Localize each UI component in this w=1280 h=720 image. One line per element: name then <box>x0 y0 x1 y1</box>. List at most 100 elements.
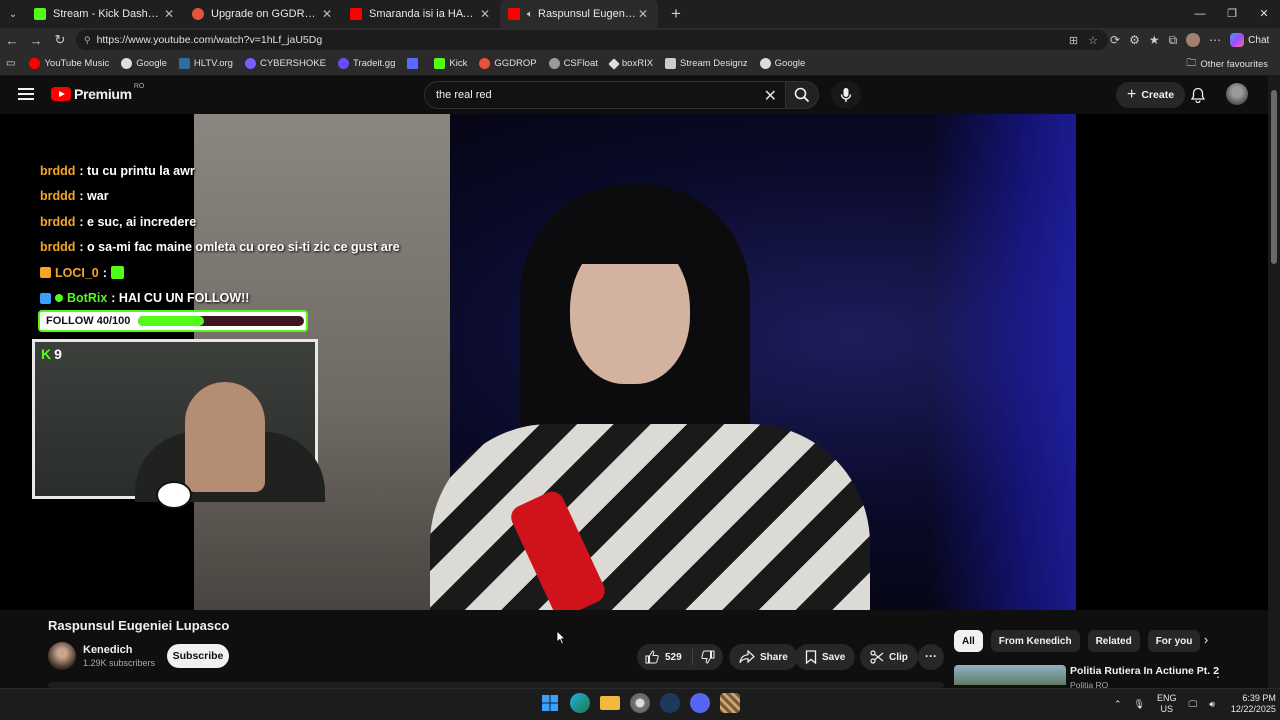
chevron-right-icon[interactable]: › <box>1196 632 1216 652</box>
google-icon <box>759 58 771 69</box>
network-icon[interactable]: 🖵︎ <box>1189 699 1198 710</box>
other-favourites[interactable]: 🗀︎ Other favourites <box>1186 52 1268 76</box>
bookmark-ggdrop[interactable]: GGDROP <box>479 58 537 69</box>
show-hidden-icons-icon[interactable]: ⌃ <box>1114 699 1122 710</box>
input-language[interactable]: ENG US <box>1157 693 1177 715</box>
chip-all[interactable]: All <box>954 630 983 652</box>
clip-button[interactable]: Clip <box>860 644 918 670</box>
bookmark-stream-designz[interactable]: Stream Designz <box>665 58 748 69</box>
bookmarks-bar: ▭ YouTube Music Google HLTV.org CYBERSHO… <box>0 52 1280 76</box>
bookmark-boxrix[interactable]: boxRIX <box>608 57 653 70</box>
tab-youtube-smaranda[interactable]: Smaranda isi ia HATE - YouTube ✕ <box>342 0 500 28</box>
scissors-icon <box>870 650 884 664</box>
kick-viewer-count: K9 <box>41 346 62 362</box>
back-icon[interactable]: ← <box>0 33 24 48</box>
app-icon[interactable] <box>720 693 740 713</box>
chat-message: LOCI_0 : <box>40 260 440 286</box>
create-button[interactable]: + Create <box>1116 82 1186 108</box>
more-actions-icon[interactable]: ··· <box>918 644 944 670</box>
chrome-icon[interactable] <box>630 693 650 713</box>
close-icon[interactable]: ✕ <box>320 7 334 21</box>
bookmark-label: Tradeit.gg <box>352 58 396 69</box>
notifications-button[interactable] <box>1187 84 1209 106</box>
audio-playing-icon[interactable]: 🔈︎ <box>527 9 533 20</box>
bookmark-google-2[interactable]: Google <box>759 58 805 69</box>
minimize-icon[interactable]: — <box>1184 0 1216 28</box>
restore-icon[interactable]: ❐ <box>1216 0 1248 28</box>
youtube-premium-logo[interactable]: Premium RO <box>51 83 144 102</box>
cam-person-shape <box>185 382 265 492</box>
bookmark-hltv[interactable]: HLTV.org <box>178 58 233 69</box>
clear-search-icon[interactable]: ✕ <box>764 86 777 106</box>
search-button[interactable] <box>785 81 819 109</box>
forward-icon[interactable]: → <box>24 33 48 48</box>
scrollbar-thumb[interactable] <box>1271 90 1277 264</box>
extensions-refresh-icon[interactable]: ⟳ <box>1110 33 1120 47</box>
chip-for-you[interactable]: For you <box>1147 630 1201 652</box>
recommendation-menu-icon[interactable]: ⋮ <box>1212 666 1224 680</box>
windows-start-icon[interactable] <box>540 693 560 713</box>
video-player[interactable]: brddd : tu cu printu la awr brddd : war … <box>0 114 1268 610</box>
channel-avatar[interactable] <box>48 642 76 670</box>
recommended-video-title[interactable]: Politia Rutiera In Actiune Pt. 2 <box>1070 665 1219 677</box>
edge-icon[interactable] <box>570 693 590 713</box>
app-available-icon[interactable]: ⊞ <box>1069 34 1078 47</box>
steam-icon[interactable] <box>660 693 680 713</box>
bookmark-google[interactable]: Google <box>121 58 167 69</box>
tab-kick-dashboard[interactable]: Stream - Kick Dashboard ✕ <box>26 0 184 28</box>
file-explorer-icon[interactable] <box>600 696 620 710</box>
save-button[interactable]: Save <box>795 644 856 670</box>
close-window-icon[interactable]: ✕ <box>1248 0 1280 28</box>
chip-from-kenedich[interactable]: From Kenedich <box>990 630 1080 652</box>
url-text: https://www.youtube.com/watch?v=1hLf_jaU… <box>96 34 323 46</box>
bookmark-tradeit[interactable]: Tradeit.gg <box>337 58 396 69</box>
subscribe-button[interactable]: Subscribe <box>167 644 229 668</box>
browser-toolbar-icons: ⟳ ⚙ ★ ⧉ ⋯ Chat <box>1110 28 1269 52</box>
volume-icon[interactable]: 🔊︎ <box>1209 699 1215 710</box>
recommended-video-thumbnail[interactable] <box>954 665 1066 685</box>
sidebar-toggle-icon[interactable]: ▭ <box>6 58 15 69</box>
bookmark-youtube-music[interactable]: YouTube Music <box>29 58 109 69</box>
share-button[interactable]: Share <box>729 644 798 670</box>
dislike-button[interactable] <box>693 650 715 664</box>
extensions-icon[interactable]: ⚙ <box>1129 33 1140 47</box>
favorite-star-icon[interactable]: ☆ <box>1088 34 1098 47</box>
bookmark-cybershoke[interactable]: CYBERSHOKE <box>244 58 326 69</box>
close-icon[interactable]: ✕ <box>162 7 176 21</box>
chat-message: brddd : war <box>40 184 440 210</box>
ggdrop-icon <box>192 8 204 20</box>
close-icon[interactable]: ✕ <box>636 7 650 21</box>
tab-label: Stream - Kick Dashboard <box>53 8 162 20</box>
favorites-icon[interactable]: ★ <box>1149 33 1160 47</box>
account-avatar[interactable] <box>1226 83 1248 105</box>
chip-related[interactable]: Related <box>1087 630 1140 652</box>
profile-avatar[interactable] <box>1186 33 1201 47</box>
url-field[interactable]: ⚲ https://www.youtube.com/watch?v=1hLf_j… <box>76 30 1108 50</box>
collections-icon[interactable]: ⧉ <box>1169 33 1178 48</box>
search-input[interactable]: the real red ✕ <box>424 81 786 109</box>
close-icon[interactable]: ✕ <box>478 7 492 21</box>
site-info-icon[interactable]: ⚲ <box>84 35 91 46</box>
refresh-icon[interactable]: ↻ <box>48 32 72 48</box>
more-options-icon[interactable]: ⋯ <box>1209 33 1221 47</box>
like-button[interactable]: 529 <box>637 649 693 665</box>
copilot-chat-button[interactable]: Chat <box>1230 33 1269 47</box>
clock-time: 6:39 PM <box>1242 693 1276 703</box>
tab-ggdrop[interactable]: Upgrade on GGDROP! ✕ <box>184 0 342 28</box>
verified-badge-icon <box>55 294 63 303</box>
taskbar-clock[interactable]: 6:39 PM 12/22/2025 <box>1231 693 1276 715</box>
bookmark-kick[interactable]: Kick <box>434 58 467 69</box>
voice-search-button[interactable] <box>831 81 861 109</box>
bookmark-csfloat[interactable]: CSFloat <box>548 58 598 69</box>
discord-icon[interactable] <box>690 693 710 713</box>
feather-icon <box>407 58 419 69</box>
menu-icon[interactable] <box>18 88 34 100</box>
bookmark-unnamed[interactable] <box>407 58 422 69</box>
page-scrollbar[interactable] <box>1268 76 1280 688</box>
tab-youtube-raspunsul[interactable]: 🔈︎ Raspunsul Eugeniei Lupasco ✕ <box>500 0 658 28</box>
channel-name[interactable]: Kenedich <box>83 644 133 656</box>
microphone-tray-icon[interactable]: 🎙︎ <box>1134 699 1145 710</box>
new-tab-button[interactable]: + <box>664 4 688 24</box>
tab-actions-icon[interactable]: ⌄ <box>0 0 26 28</box>
windows-taskbar: ⌃ 🎙︎ ENG US 🖵︎ 🔊︎ 6:39 PM 12/22/2025 <box>0 688 1280 720</box>
